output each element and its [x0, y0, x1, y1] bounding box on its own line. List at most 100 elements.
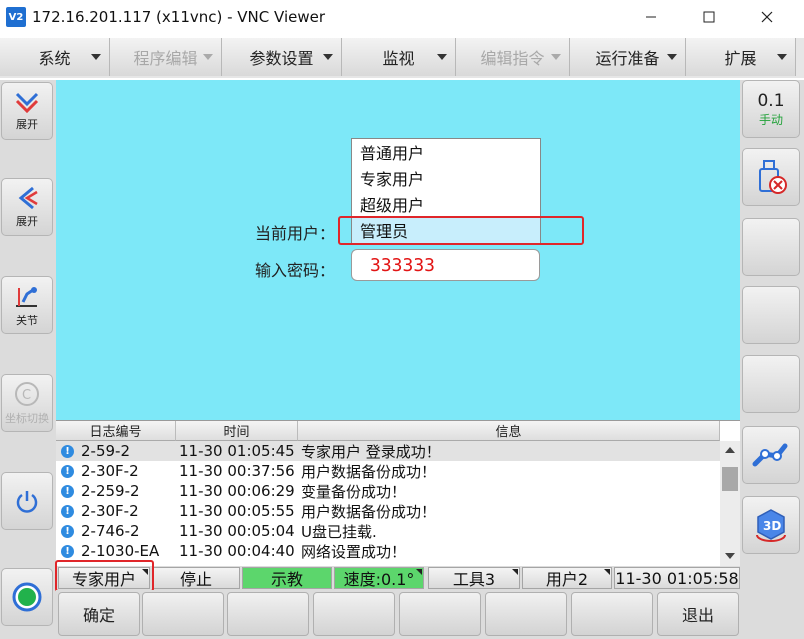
svg-text:C: C: [22, 388, 31, 403]
log-header-code[interactable]: 日志编号: [56, 421, 176, 441]
mode-label: 手动: [758, 112, 783, 127]
log-row[interactable]: ! 2-59-2 11-30 01:05:45 专家用户 登录成功！: [56, 441, 720, 461]
maximize-button[interactable]: [686, 0, 732, 34]
log-header-info[interactable]: 信息: [298, 421, 720, 441]
scroll-down-icon: [725, 553, 735, 559]
power-icon: [16, 491, 38, 513]
maximize-icon: [703, 11, 715, 23]
status-user-frame[interactable]: 用户2: [522, 567, 612, 589]
password-input[interactable]: 333333: [351, 249, 540, 281]
log-row[interactable]: ! 2-1030-EA 11-30 00:04:40 网络设置成功！: [56, 541, 720, 561]
chevron-down-icon: [667, 54, 677, 60]
green-status-icon: [12, 582, 42, 612]
svg-text:3D: 3D: [763, 519, 781, 533]
menu-edit-instruction: 编辑指令: [456, 38, 570, 76]
current-user-label: 当前用户：: [255, 224, 336, 243]
confirm-button[interactable]: 确定: [58, 592, 140, 636]
right-empty-button-3[interactable]: [742, 355, 800, 413]
3d-view-icon: 3D: [756, 509, 786, 542]
scroll-up-icon: [725, 447, 735, 453]
status-speed[interactable]: 速度:0.1°: [334, 567, 424, 589]
status-tool[interactable]: 工具3: [428, 567, 520, 589]
bottom-empty-button-1[interactable]: [142, 592, 224, 636]
log-row[interactable]: ! 2-30F-2 11-30 00:37:56 用户数据备份成功！: [56, 461, 720, 481]
vnc-window: V2 172.16.201.117 (x11vnc) - VNC Viewer …: [0, 0, 804, 639]
bottom-empty-button-3[interactable]: [313, 592, 395, 636]
bottom-empty-button-2[interactable]: [227, 592, 309, 636]
corner-indicator-icon: [512, 569, 518, 575]
status-bar: 专家用户 停止 示教 速度:0.1° 工具3 用户2 11-30 01:05:5…: [56, 566, 740, 590]
chevron-down-icon: [91, 54, 101, 60]
corner-indicator-icon: [604, 569, 610, 575]
log-row[interactable]: ! 2-746-2 11-30 00:05:04 U盘已挂载.: [56, 521, 720, 541]
expand-left-button[interactable]: 展开: [1, 178, 53, 236]
joint-mode-button[interactable]: 关节: [1, 276, 53, 334]
close-window-button[interactable]: [744, 0, 790, 34]
log-scrollbar[interactable]: [720, 441, 740, 567]
log-table: 日志编号 时间 信息 ! 2-59-2 11-30 01:05:45 专家用户 …: [56, 420, 740, 567]
user-login-panel: 当前用户： 输入密码： 普通用户 专家用户 超级用户 管理员 333333: [56, 80, 740, 420]
minimize-icon: [646, 16, 656, 18]
menu-extend[interactable]: 扩展: [686, 38, 796, 76]
info-icon: !: [61, 445, 74, 458]
menu-program-edit: 程序编辑: [110, 38, 222, 76]
speed-value: 0.1: [757, 90, 785, 111]
highlight-box-admin: [338, 216, 584, 245]
option-normal-user[interactable]: 普通用户: [352, 139, 540, 165]
status-run-state: 停止: [152, 567, 240, 589]
menu-parameter-settings[interactable]: 参数设置: [222, 38, 342, 76]
right-empty-button-1[interactable]: [742, 218, 800, 276]
info-icon: !: [61, 545, 74, 558]
option-super-user[interactable]: 超级用户: [352, 191, 540, 217]
menu-run-prepare[interactable]: 运行准备: [570, 38, 686, 76]
expand-down-icon: [15, 92, 39, 114]
menu-system[interactable]: 系统: [0, 38, 110, 76]
bottom-button-bar: 确定 退出: [56, 590, 740, 639]
info-icon: !: [61, 465, 74, 478]
bottom-empty-button-5[interactable]: [485, 592, 567, 636]
log-row[interactable]: ! 2-30F-2 11-30 00:05:55 用户数据备份成功！: [56, 501, 720, 521]
status-mode: 示教: [242, 567, 332, 589]
chevron-down-icon: [551, 54, 561, 60]
power-button[interactable]: [1, 472, 53, 530]
info-icon: !: [61, 505, 74, 518]
menu-monitor[interactable]: 监视: [342, 38, 456, 76]
robot-joint-icon: [16, 287, 37, 307]
expand-left-icon: [18, 186, 38, 210]
right-empty-button-2[interactable]: [742, 286, 800, 344]
info-icon: !: [61, 485, 74, 498]
log-header-time[interactable]: 时间: [176, 421, 298, 441]
bottom-empty-button-6[interactable]: [571, 592, 653, 636]
usb-eject-button[interactable]: [742, 148, 800, 206]
chevron-down-icon: [323, 54, 333, 60]
bottom-empty-button-4[interactable]: [399, 592, 481, 636]
usb-disconnected-icon: [759, 160, 787, 194]
minimize-button[interactable]: [628, 0, 674, 34]
coordinate-switch-button: C 坐标切换: [1, 374, 53, 432]
chevron-down-icon: [777, 54, 787, 60]
robot-arm-icon: [752, 443, 788, 467]
status-datetime: 11-30 01:05:58: [614, 567, 740, 589]
main-menu-bar: 系统 程序编辑 参数设置 监视 编辑指令 运行准备 扩展: [0, 38, 804, 78]
scroll-thumb: [722, 467, 738, 491]
expand-down-button[interactable]: 展开: [1, 82, 53, 140]
chevron-down-icon: [203, 54, 213, 60]
window-title: 172.16.201.117 (x11vnc) - VNC Viewer: [32, 8, 326, 26]
view-3d-button[interactable]: 3D: [742, 496, 800, 554]
speed-mode-button[interactable]: 0.1 手动: [742, 80, 800, 138]
password-label: 输入密码：: [255, 261, 336, 280]
robot-view-button[interactable]: [742, 426, 800, 484]
right-tool-panel: 0.1 手动 3D: [740, 80, 804, 639]
corner-indicator-icon: [416, 569, 422, 575]
status-indicator-button[interactable]: [1, 568, 53, 626]
left-tool-panel: 展开 展开 关节 C 坐标切换: [0, 80, 56, 639]
title-bar: V2 172.16.201.117 (x11vnc) - VNC Viewer: [0, 0, 804, 34]
coordinate-icon: C: [15, 382, 39, 406]
highlight-box-user: [55, 560, 154, 592]
vnc-logo-icon: V2: [6, 7, 26, 27]
chevron-down-icon: [437, 54, 447, 60]
option-expert-user[interactable]: 专家用户: [352, 165, 540, 191]
log-row[interactable]: ! 2-259-2 11-30 00:06:29 变量备份成功！: [56, 481, 720, 501]
info-icon: !: [61, 525, 74, 538]
exit-button[interactable]: 退出: [657, 592, 739, 636]
